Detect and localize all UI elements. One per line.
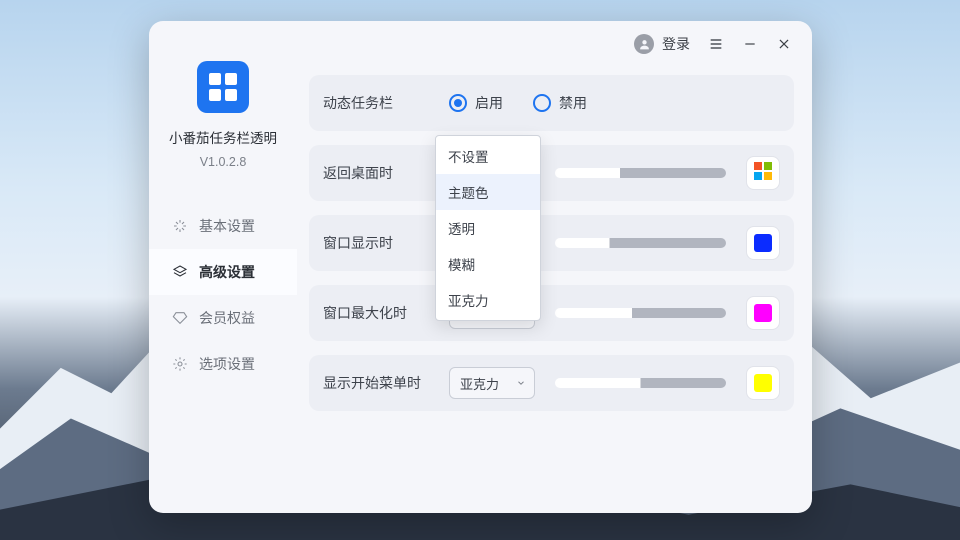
color-chip xyxy=(754,234,772,252)
sidebar-item-label: 选项设置 xyxy=(199,354,255,374)
radio-icon xyxy=(533,94,551,112)
dropdown-option[interactable]: 透明 xyxy=(436,210,540,246)
app-version: V1.0.2.8 xyxy=(200,155,247,169)
chevron-down-icon xyxy=(516,376,526,391)
row-start-menu: 显示开始菜单时 亚克力 xyxy=(309,355,794,411)
content-pane: 动态任务栏 启用 禁用 返回桌面时 主题色 xyxy=(297,21,812,513)
mode-dropdown: 不设置 主题色 透明 模糊 亚克力 xyxy=(435,135,541,321)
row-label: 动态任务栏 xyxy=(323,93,435,113)
row-label: 窗口显示时 xyxy=(323,233,435,253)
sidebar-item-vip[interactable]: 会员权益 xyxy=(149,295,297,341)
opacity-slider[interactable] xyxy=(555,238,726,248)
color-swatch[interactable] xyxy=(746,156,780,190)
row-label: 返回桌面时 xyxy=(323,163,435,183)
radio-label: 启用 xyxy=(475,93,503,113)
opacity-slider[interactable] xyxy=(555,168,726,178)
layers-icon xyxy=(171,263,189,281)
opacity-slider[interactable] xyxy=(555,308,726,318)
dropdown-option[interactable]: 不设置 xyxy=(436,138,540,174)
sidebar-item-options[interactable]: 选项设置 xyxy=(149,341,297,387)
row-window-show: 窗口显示时 主题色 xyxy=(309,215,794,271)
opacity-slider[interactable] xyxy=(555,378,726,388)
gear-icon xyxy=(171,355,189,373)
sidebar-item-label: 高级设置 xyxy=(199,262,255,282)
app-window: 登录 小番茄任务栏透明 V1.0.2.8 基本设 xyxy=(149,21,812,513)
color-swatch[interactable] xyxy=(746,226,780,260)
nav: 基本设置 高级设置 会员权益 选项设置 xyxy=(149,203,297,387)
row-dynamic-taskbar: 动态任务栏 启用 禁用 xyxy=(309,75,794,131)
radio-icon xyxy=(449,94,467,112)
sidebar-item-basic[interactable]: 基本设置 xyxy=(149,203,297,249)
radio-enable[interactable]: 启用 xyxy=(449,93,503,113)
row-maximize: 窗口最大化时 模糊 xyxy=(309,285,794,341)
color-swatch[interactable] xyxy=(746,366,780,400)
app-logo xyxy=(197,61,249,113)
dropdown-option[interactable]: 主题色 xyxy=(436,174,540,210)
dropdown-option[interactable]: 亚克力 xyxy=(436,282,540,318)
diamond-icon xyxy=(171,309,189,327)
sidebar-item-label: 会员权益 xyxy=(199,308,255,328)
mode-select[interactable]: 亚克力 xyxy=(449,367,535,399)
radio-group: 启用 禁用 xyxy=(449,93,587,113)
sidebar-item-label: 基本设置 xyxy=(199,216,255,236)
row-label: 显示开始菜单时 xyxy=(323,373,435,393)
radio-label: 禁用 xyxy=(559,93,587,113)
sidebar-item-advanced[interactable]: 高级设置 xyxy=(149,249,297,295)
app-name: 小番茄任务栏透明 xyxy=(169,127,277,147)
sidebar: 小番茄任务栏透明 V1.0.2.8 基本设置 高级设置 会员权益 xyxy=(149,21,297,513)
dropdown-option[interactable]: 模糊 xyxy=(436,246,540,282)
ms-quad-icon xyxy=(754,162,772,185)
row-label: 窗口最大化时 xyxy=(323,303,435,323)
row-return-desktop: 返回桌面时 主题色 xyxy=(309,145,794,201)
color-swatch[interactable] xyxy=(746,296,780,330)
radio-disable[interactable]: 禁用 xyxy=(533,93,587,113)
select-value: 亚克力 xyxy=(460,374,499,393)
color-chip xyxy=(754,304,772,322)
sparkle-icon xyxy=(171,217,189,235)
color-chip xyxy=(754,374,772,392)
